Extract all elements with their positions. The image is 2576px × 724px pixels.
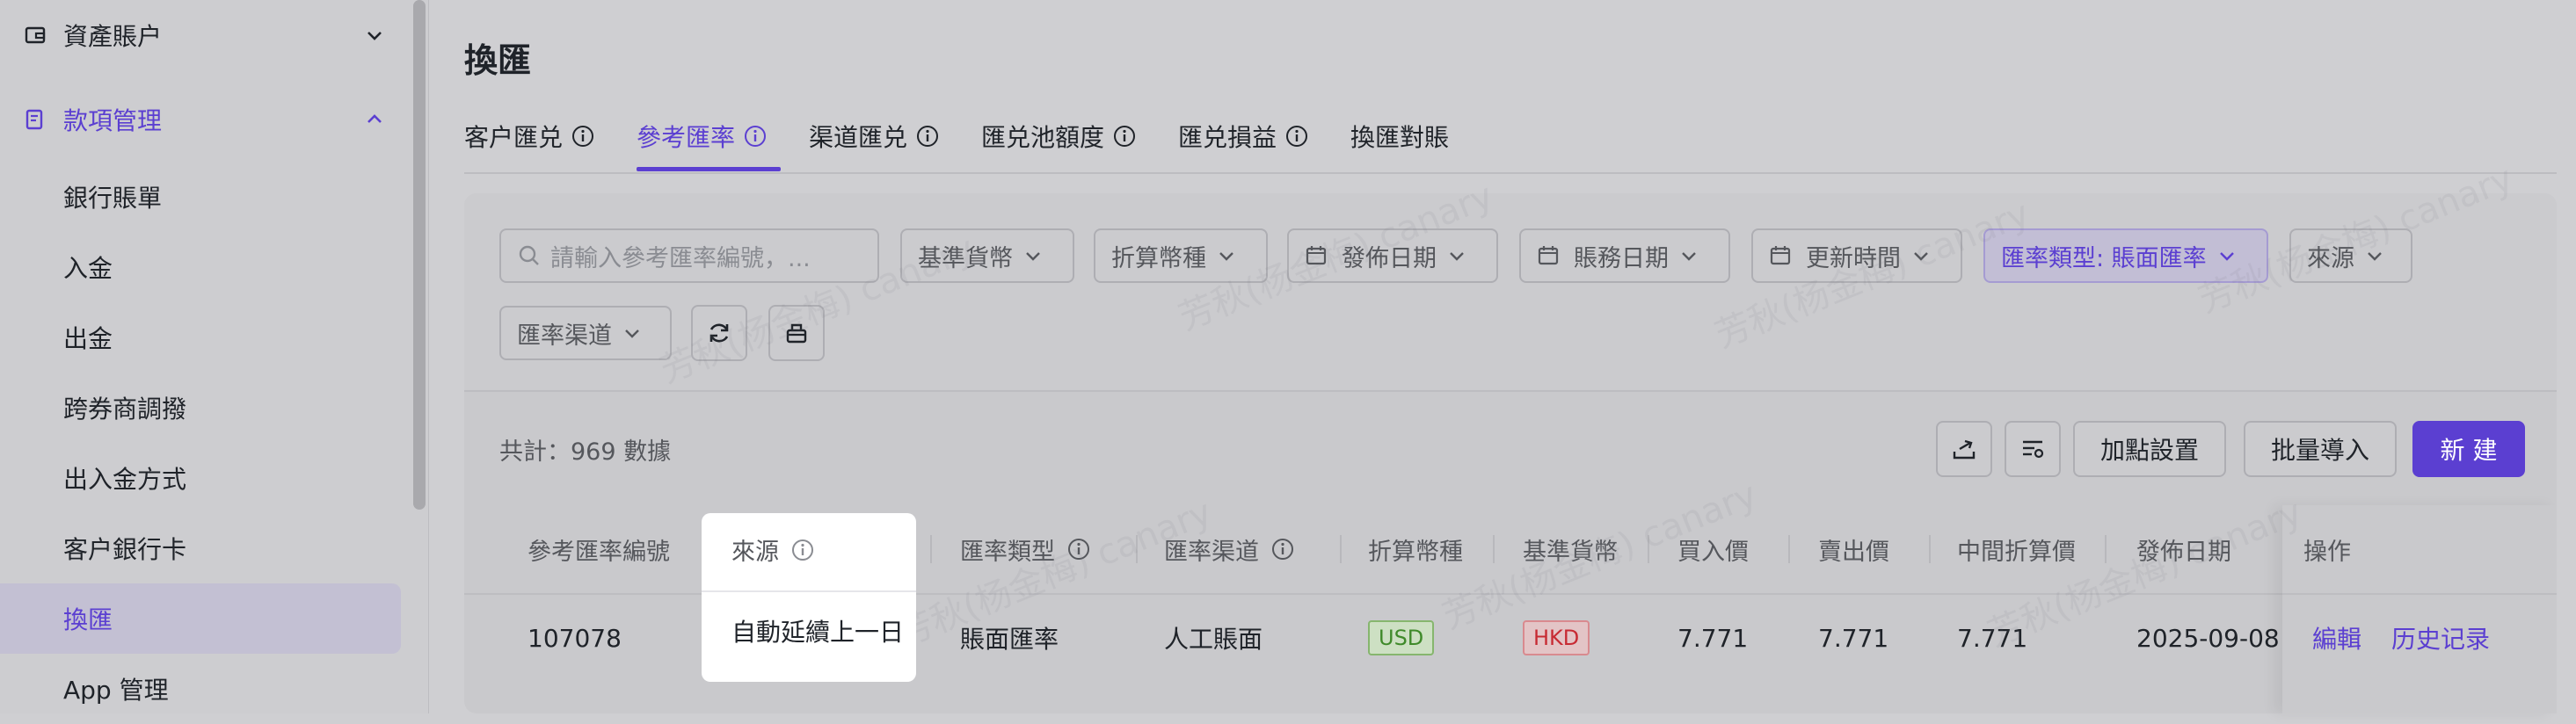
sidebar-item-fx-exchange[interactable]: 換匯 (0, 583, 401, 654)
chevron-down-icon (1682, 252, 1696, 261)
tab-client-exchange[interactable]: 客户匯兑 (464, 114, 594, 158)
tab-reference-rate[interactable]: 參考匯率 (637, 114, 767, 158)
sidebar-item-client-bank-card[interactable]: 客户銀行卡 (0, 513, 401, 583)
tab-label: 參考匯率 (637, 123, 736, 152)
source-column-highlight: 來源 自動延續上一日 (702, 513, 916, 682)
cell-id: 107078 (528, 623, 622, 653)
batch-import-button[interactable]: 批量導入 (2244, 421, 2397, 477)
filter-label: 賬務日期 (1574, 244, 1669, 272)
tab-label: 客户匯兑 (464, 123, 564, 152)
column-divider (1340, 535, 1342, 563)
info-icon[interactable] (1113, 125, 1136, 148)
calendar-icon (1538, 246, 1559, 265)
chevron-down-icon (1450, 252, 1464, 261)
tab-exchange-pool-quota[interactable]: 匯兑池額度 (981, 114, 1136, 158)
column-divider (930, 535, 932, 563)
tab-channel-exchange[interactable]: 渠道匯兑 (809, 114, 939, 158)
wallet-icon (23, 23, 47, 47)
search-placeholder: 請輸入參考匯率編號，... (550, 244, 811, 272)
tab-label: 渠道匯兑 (809, 123, 908, 152)
document-icon (23, 107, 47, 132)
tab-label: 匯兑損益 (1178, 123, 1277, 152)
tab-exchange-reconciliation[interactable]: 換匯對賬 (1350, 114, 1449, 158)
sidebar-item-app-management[interactable]: App 管理 (0, 654, 401, 724)
cell-source: 自動延續上一日 (731, 618, 905, 647)
tab-exchange-pnl[interactable]: 匯兑損益 (1178, 114, 1308, 158)
chevron-down-icon (1219, 252, 1233, 261)
currency-tag-hkd: HKD (1523, 620, 1590, 655)
cell-base-currency: HKD (1523, 612, 1590, 664)
sidebar-item-assets[interactable]: 資產賬户 (0, 0, 401, 70)
sidebar-scrollbar[interactable] (413, 0, 426, 510)
column-header-settle-currency: 折算幣種 (1368, 538, 1463, 566)
rate-channel-filter[interactable]: 匯率渠道 (499, 306, 672, 360)
cell-publish-date: 2025-09-08 (2136, 623, 2280, 653)
sidebar-item-payment-management[interactable]: 款項管理 (0, 84, 401, 155)
sidebar-item-withdrawal[interactable]: 出金 (0, 302, 401, 373)
column-header-id: 參考匯率編號 (528, 538, 670, 566)
cell-settle-currency: USD (1368, 612, 1435, 664)
account-date-filter[interactable]: 賬務日期 (1519, 228, 1730, 283)
search-icon (519, 245, 539, 265)
cell-sell: 7.771 (1818, 623, 1889, 653)
sidebar: 資產賬户 款項管理 銀行賬單 入金 出金 跨券商調撥 出入金方式 客户銀行卡 換… (0, 0, 429, 713)
filter-label: 匯率類型: 賬面匯率 (2001, 244, 2207, 272)
filter-label: 折算幣種 (1111, 244, 1206, 272)
page-title: 換匯 (464, 41, 532, 80)
markup-settings-button[interactable]: 加點設置 (2073, 421, 2226, 477)
column-header-sell: 賣出價 (1818, 538, 1889, 566)
tab-label: 匯兑池額度 (981, 123, 1105, 152)
filter-label: 匯率渠道 (517, 322, 612, 350)
chevron-up-icon (367, 114, 382, 123)
operations-column: 操作 編輯 历史记录 (2282, 505, 2557, 713)
info-icon[interactable] (1285, 125, 1308, 148)
sidebar-item-fund-methods[interactable]: 出入金方式 (0, 443, 401, 513)
chevron-down-icon (625, 329, 639, 338)
cell-buy: 7.771 (1677, 623, 1749, 653)
export-icon (1953, 439, 1976, 460)
export-button[interactable] (1936, 421, 1992, 477)
cell-channel: 人工賬面 (1164, 625, 1263, 654)
column-divider (1788, 535, 1790, 563)
sidebar-item-bank-statement[interactable]: 銀行賬單 (0, 162, 401, 232)
column-settings-icon (2023, 440, 2044, 459)
tab-label: 換匯對賬 (1350, 123, 1450, 152)
sidebar-item-label: 資產賬户 (63, 22, 163, 51)
column-divider (1929, 535, 1931, 563)
create-button[interactable]: 新 建 (2412, 421, 2525, 477)
column-divider (1493, 535, 1495, 563)
chevron-down-icon (1026, 252, 1040, 261)
info-icon[interactable] (1271, 538, 1294, 561)
active-tab-indicator (637, 167, 781, 171)
column-header-actions: 操作 (2303, 538, 2351, 566)
info-icon[interactable] (744, 125, 767, 148)
info-icon[interactable] (791, 539, 814, 561)
info-icon[interactable] (916, 125, 939, 148)
info-icon[interactable] (571, 125, 594, 148)
cell-actions: 編輯 历史记录 (2312, 612, 2520, 664)
edit-link[interactable]: 編輯 (2312, 620, 2361, 655)
sidebar-item-broker-transfer[interactable]: 跨券商調撥 (0, 373, 401, 443)
history-link[interactable]: 历史记录 (2391, 620, 2490, 655)
column-settings-button[interactable] (2005, 421, 2061, 477)
row-divider (2282, 593, 2557, 595)
currency-tag-usd: USD (1368, 620, 1435, 655)
column-header-source: 來源 (731, 532, 814, 567)
row-divider (702, 590, 916, 592)
chevron-down-icon (367, 32, 382, 40)
column-header-label: 來源 (731, 539, 779, 566)
record-count: 共計：969 數據 (499, 438, 672, 466)
search-input[interactable]: 請輸入參考匯率編號，... (499, 228, 879, 283)
calendar-icon (1770, 246, 1791, 265)
sidebar-item-deposit[interactable]: 入金 (0, 232, 401, 302)
tab-bar: 客户匯兑 參考匯率 渠道匯兑 匯兑池額度 匯兑損益 換匯對賬 (464, 105, 2557, 174)
sidebar-item-label: 款項管理 (63, 106, 163, 135)
